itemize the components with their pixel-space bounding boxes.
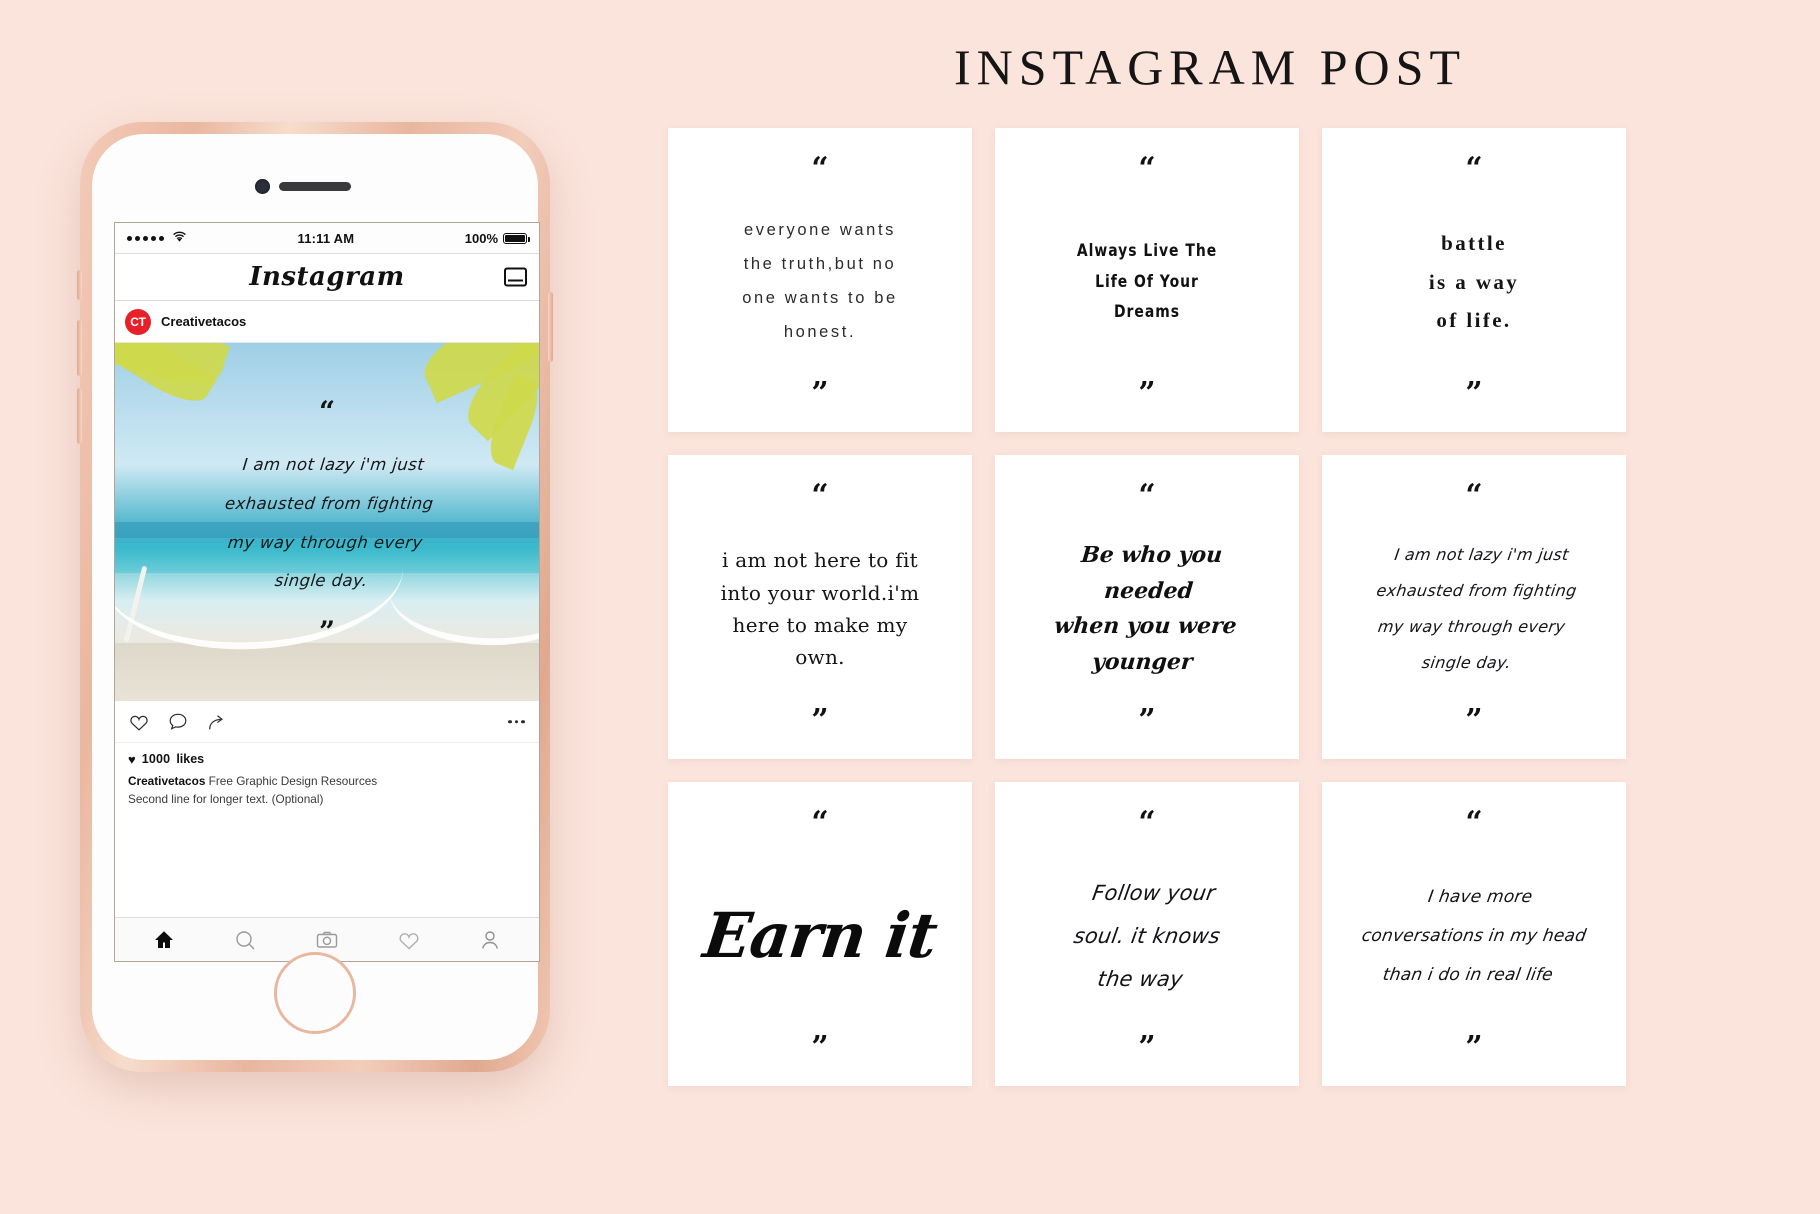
comment-icon[interactable] — [167, 711, 189, 733]
volume-up-button[interactable] — [77, 320, 82, 376]
quote-close-icon: ” — [318, 614, 336, 648]
quote-card-text: Earn it — [699, 898, 941, 972]
instagram-app-screen: 11:11 AM 100% Instagram CT Creativetacos — [114, 222, 540, 962]
likes-heart-icon: ♥ — [128, 751, 136, 767]
quote-card-4[interactable]: “ i am not here to fit into your world.i… — [668, 455, 972, 759]
post-photo[interactable]: “ I am not lazy i'm just exhausted from … — [115, 343, 539, 701]
quote-card-8[interactable]: “ Follow your soul. it knows the way ” — [995, 782, 1299, 1086]
status-bar-right: 100% — [464, 230, 530, 246]
quote-card-text: Always Live The Life Of Your Dreams — [1076, 241, 1218, 323]
quote-open-icon: “ — [1138, 151, 1156, 186]
post-header[interactable]: CT Creativetacos — [115, 301, 539, 343]
heart-icon[interactable] — [128, 711, 150, 733]
quote-open-icon: “ — [811, 805, 829, 840]
quote-card-grid: “ everyone wants the truth,but no one wa… — [668, 128, 1626, 1086]
caption-line-2: Second line for longer text. (Optional) — [128, 791, 324, 806]
quote-card-text: Be who you needed when you were younger — [1053, 541, 1238, 675]
app-navbar: Instagram — [115, 253, 539, 301]
quote-close-icon: ” — [1465, 376, 1483, 412]
quote-card-text: everyone wants the truth,but no one want… — [742, 221, 898, 341]
quote-card-1[interactable]: “ everyone wants the truth,but no one wa… — [668, 128, 972, 432]
phone-mockup: 11:11 AM 100% Instagram CT Creativetacos — [77, 122, 553, 1072]
signal-dots-icon — [127, 235, 164, 241]
quote-close-icon: ” — [1465, 703, 1483, 739]
quote-card-2[interactable]: “ Always Live The Life Of Your Dreams ” — [995, 128, 1299, 432]
quote-card-6[interactable]: “ I am not lazy i'm just exhausted from … — [1322, 455, 1626, 759]
tab-camera[interactable] — [315, 928, 339, 952]
likes-count: 1000 — [141, 752, 171, 766]
quote-open-icon: “ — [811, 478, 829, 513]
battery-percent-label: 100% — [464, 230, 498, 246]
quote-card-text: battle is a way of life. — [1428, 230, 1520, 333]
page-title: INSTAGRAM POST — [953, 39, 1466, 95]
inbox-icon[interactable] — [504, 267, 527, 287]
quote-open-icon: “ — [1465, 478, 1483, 513]
instagram-logo: Instagram — [249, 262, 405, 292]
post-meta: ♥ 1000 likes Creativetacos Free Graphic … — [115, 743, 539, 917]
avatar[interactable]: CT — [125, 308, 151, 335]
quote-open-icon: “ — [1138, 805, 1156, 840]
quote-open-icon: “ — [1465, 151, 1483, 186]
quote-open-icon: “ — [1138, 478, 1156, 513]
likes-label: likes — [176, 752, 205, 766]
post-actions — [115, 701, 539, 743]
caption-username[interactable]: Creativetacos — [128, 774, 205, 788]
power-button[interactable] — [548, 292, 553, 362]
phone-body: 11:11 AM 100% Instagram CT Creativetacos — [77, 122, 553, 1072]
quote-close-icon: ” — [811, 1030, 829, 1066]
volume-down-button[interactable] — [77, 388, 82, 444]
quote-open-icon: “ — [811, 151, 829, 186]
quote-card-3[interactable]: “ battle is a way of life. ” — [1322, 128, 1626, 432]
quote-close-icon: ” — [811, 376, 829, 412]
tab-home[interactable] — [152, 928, 176, 952]
status-bar-time: 11:11 AM — [297, 230, 355, 246]
quote-card-text: I have more conversations in my head tha… — [1360, 886, 1588, 985]
quote-open-icon: “ — [318, 394, 336, 428]
caption-line-1: Creativetacos Free Graphic Design Resour… — [128, 773, 526, 791]
status-bar: 11:11 AM 100% — [115, 223, 539, 253]
wifi-icon — [172, 231, 187, 245]
caption-text: Free Graphic Design Resources — [208, 774, 378, 788]
more-dots-icon[interactable] — [508, 719, 525, 724]
post-username[interactable]: Creativetacos — [161, 314, 246, 329]
earpiece-speaker — [279, 182, 351, 191]
quote-card-text: i am not here to fit into your world.i'm… — [720, 548, 920, 670]
quote-card-text: I am not lazy i'm just exhausted from fi… — [1375, 545, 1578, 672]
tab-profile[interactable] — [478, 928, 502, 952]
tab-search[interactable] — [233, 928, 257, 952]
quote-card-7[interactable]: “ Earn it ” — [668, 782, 972, 1086]
home-button[interactable] — [274, 952, 356, 1034]
front-camera-icon — [255, 179, 270, 194]
quote-close-icon: ” — [1138, 703, 1156, 739]
quote-open-icon: “ — [1465, 805, 1483, 840]
quote-card-text: Follow your soul. it knows the way — [1072, 880, 1223, 991]
photo-quote-overlay: “ I am not lazy i'm just exhausted from … — [115, 343, 539, 701]
quote-close-icon: ” — [1465, 1030, 1483, 1066]
likes-row: ♥ 1000 likes — [128, 752, 526, 766]
share-icon[interactable] — [206, 711, 228, 733]
quote-card-9[interactable]: “ I have more conversations in my head t… — [1322, 782, 1626, 1086]
quote-close-icon: ” — [1138, 1030, 1156, 1066]
phone-screen-frame: 11:11 AM 100% Instagram CT Creativetacos — [92, 134, 540, 1060]
quote-card-5[interactable]: “ Be who you needed when you were younge… — [995, 455, 1299, 759]
quote-close-icon: ” — [811, 703, 829, 739]
battery-icon — [503, 232, 530, 244]
photo-quote-text: I am not lazy i'm just exhausted from fi… — [223, 455, 435, 591]
tab-activity[interactable] — [397, 928, 421, 952]
quote-close-icon: ” — [1138, 376, 1156, 412]
mute-switch[interactable] — [77, 270, 82, 300]
